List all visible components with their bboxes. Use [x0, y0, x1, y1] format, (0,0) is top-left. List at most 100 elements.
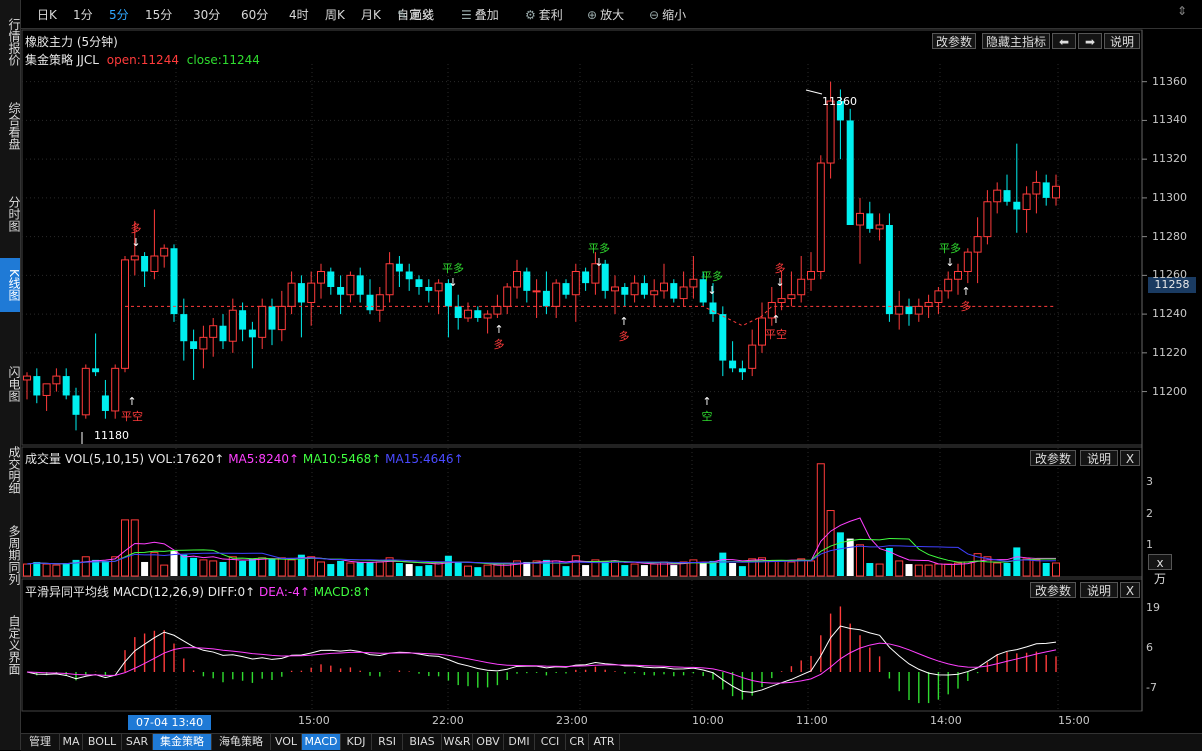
volume-bar-up [934, 563, 943, 577]
volume-bar-down [337, 560, 345, 576]
volume-bar-up [944, 563, 953, 577]
volume-bar-down [601, 560, 609, 576]
candle-up [777, 298, 786, 303]
candle-up [816, 162, 825, 272]
time-cursor-label: 07-04 13:40 [128, 715, 212, 730]
candle-down [1003, 190, 1011, 202]
volume-bar-down [562, 566, 570, 576]
macd-title: 平滑异同平均线 MACD(12,26,9) [25, 585, 204, 599]
indicator-tab-7[interactable]: MACD [302, 734, 341, 750]
macd-params-button[interactable]: 改参数 [1030, 582, 1076, 598]
candle-up [944, 278, 953, 292]
indicator-tab-12[interactable]: OBV [473, 734, 504, 750]
candle-up [934, 290, 943, 303]
volume-tick-label: 3 [1146, 475, 1153, 489]
volume-help-button[interactable]: 说明 [1080, 450, 1118, 466]
candle-down [454, 306, 462, 318]
time-tick-label: 23:00 [556, 714, 588, 727]
candle-down [523, 271, 531, 291]
strategy-signal: ↑ 平空 [764, 313, 788, 342]
candle-down [395, 263, 403, 272]
indicator-tab-8[interactable]: KDJ [341, 734, 372, 750]
volume-bar-up [258, 557, 267, 577]
strategy-signal: 平多 ↓ [938, 240, 962, 269]
volume-close-button[interactable]: X [1120, 450, 1140, 466]
candle-down [170, 248, 178, 315]
volume-bar-down [356, 561, 364, 576]
indicator-tab-4[interactable]: 集金策略 [153, 734, 212, 750]
volume-bar-up [493, 564, 502, 577]
candle-up [464, 309, 472, 319]
candle-down [62, 376, 70, 396]
volume-bar-up [464, 565, 472, 577]
volume-bar-down [33, 561, 41, 576]
candle-down [33, 376, 41, 396]
volume-bar-down [866, 563, 874, 576]
signal-label: 平多 [442, 262, 464, 275]
macd-help-button[interactable]: 说明 [1080, 582, 1118, 598]
candle-up [650, 290, 659, 296]
volume-bar-up [375, 561, 384, 577]
volume-bar-down [542, 559, 550, 576]
strategy-signal: 平多 ↓ [587, 240, 611, 269]
indicator-tab-6[interactable]: VOL [271, 734, 302, 750]
volume-bar-up [307, 556, 316, 577]
indicator-tab-5[interactable]: 海龟策略 [212, 734, 271, 750]
indicator-tab-9[interactable]: RSI [372, 734, 403, 750]
signal-label: 多 [774, 262, 786, 275]
volume-bar-up [130, 519, 139, 577]
indicator-tab-15[interactable]: CR [566, 734, 589, 750]
volume-bar-down [415, 566, 423, 576]
candle-down [1013, 201, 1021, 210]
volume-bar-up [209, 560, 218, 577]
candle-down [425, 286, 433, 291]
volume-bar-down [1003, 563, 1011, 576]
candle-down [474, 310, 482, 318]
macd-close-button[interactable]: X [1120, 582, 1140, 598]
volume-bar-down [248, 558, 256, 576]
indicator-tab-0[interactable]: 管理 [21, 734, 60, 750]
volume-params-button[interactable]: 改参数 [1030, 450, 1076, 466]
volume-bar-up [875, 563, 884, 577]
candle-down [885, 225, 893, 315]
strategy-signal: 平多 ↓ [700, 268, 724, 297]
volume-bar-down [239, 560, 247, 576]
volume-bar-up [42, 563, 51, 577]
indicator-tab-10[interactable]: BIAS [403, 734, 442, 750]
indicator-tab-16[interactable]: ATR [589, 734, 620, 750]
signal-label: 多 [130, 222, 142, 235]
candle-up [307, 282, 316, 303]
candle-up [630, 282, 639, 296]
price-tick-label: 11220 [1152, 345, 1187, 359]
candle-up [483, 313, 492, 319]
time-tick-label: 10:00 [692, 714, 724, 727]
indicator-tab-11[interactable]: W&R [442, 734, 473, 750]
volume-bar-up [571, 555, 580, 577]
price-tick-label: 11280 [1152, 229, 1187, 243]
indicator-tab-1[interactable]: MA [60, 734, 83, 750]
candle-up [787, 294, 796, 300]
signal-arrow-icon: ↓ [131, 236, 141, 249]
candle-up [993, 189, 1002, 203]
indicator-tab-13[interactable]: DMI [504, 734, 535, 750]
indicator-tab-14[interactable]: CCI [535, 734, 566, 750]
candle-down [101, 395, 109, 411]
volume-bar-up [1052, 562, 1060, 577]
macd-tick-label: -7 [1146, 681, 1157, 694]
candle-up [52, 375, 61, 385]
chart-canvas[interactable] [0, 0, 1202, 750]
volume-bar-down [180, 554, 188, 576]
candle-up [797, 278, 806, 296]
signal-label: 多 [493, 338, 505, 351]
price-tick-label: 11340 [1152, 113, 1187, 127]
signal-arrow-icon: ↓ [707, 284, 717, 297]
volume-bar-up [924, 564, 933, 577]
candle-down [72, 395, 80, 415]
volume-bar-up [277, 557, 286, 577]
candle-up [748, 344, 757, 369]
indicator-tab-2[interactable]: BOLL [83, 734, 122, 750]
indicator-tab-3[interactable]: SAR [122, 734, 153, 750]
candle-down [709, 302, 717, 315]
time-tick-label: 22:00 [432, 714, 464, 727]
strategy-signal: ↑ 多 [954, 285, 978, 314]
